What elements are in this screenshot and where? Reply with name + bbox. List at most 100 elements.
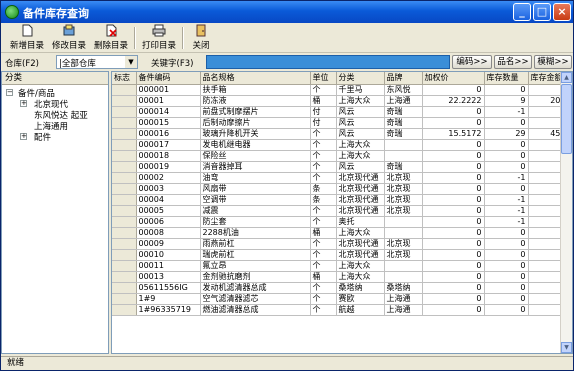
- table-row[interactable]: 000015后制动摩擦片付风云奇瑞000: [112, 117, 569, 129]
- table-row[interactable]: 00002油弯个北京现代通北京现0-10: [112, 172, 569, 184]
- table-cell: [112, 271, 137, 283]
- table-row[interactable]: 000017发电机继电器个上海大众000: [112, 139, 569, 151]
- table-cell: 上海大众: [336, 227, 385, 239]
- scroll-up-icon[interactable]: ▲: [561, 72, 572, 83]
- scroll-down-icon[interactable]: ▼: [561, 342, 572, 353]
- table-cell: 0: [484, 84, 529, 96]
- collapse-icon[interactable]: −: [6, 89, 13, 96]
- expand-icon[interactable]: +: [20, 133, 27, 140]
- edit-directory-button[interactable]: 修改目录: [49, 24, 89, 52]
- column-header[interactable]: 分类: [336, 72, 385, 85]
- column-header[interactable]: 单位: [310, 72, 337, 85]
- keyword-input[interactable]: [206, 55, 450, 69]
- table-cell: 雨燕前杠: [200, 238, 311, 250]
- table-row[interactable]: 00009雨燕前杠个北京现代通北京现000: [112, 238, 569, 250]
- table-cell: 0: [422, 139, 485, 151]
- table-cell: 风云: [336, 128, 385, 140]
- table-row[interactable]: 00011氟立昂个上海大众000: [112, 260, 569, 272]
- table-row[interactable]: 000014前盘式制摩摆片付风云奇瑞0-10: [112, 106, 569, 118]
- table-cell: 北京现代通: [336, 238, 385, 250]
- column-header[interactable]: 品牌: [384, 72, 423, 85]
- table-cell: 个: [310, 304, 337, 316]
- table-row[interactable]: 00005减震个北京现代通北京现0-10: [112, 205, 569, 217]
- table-cell: 0: [484, 139, 529, 151]
- search-by-name-button[interactable]: 品名>>: [494, 55, 532, 69]
- table-cell: 个: [310, 293, 337, 305]
- table-cell: 0: [422, 293, 485, 305]
- delete-directory-button[interactable]: 删除目录: [91, 24, 131, 52]
- column-header[interactable]: 品名规格: [200, 72, 311, 85]
- table-row[interactable]: 05611556IG发动机滤清器总成个桑塔纳桑塔纳000: [112, 282, 569, 294]
- table-row[interactable]: 00006防尘套个奥托0-10: [112, 216, 569, 228]
- chevron-down-icon[interactable]: ▼: [125, 56, 137, 68]
- table-row[interactable]: 00004空调带条北京现代通北京现0-10: [112, 194, 569, 206]
- table-cell: 防尘套: [200, 216, 311, 228]
- table-row[interactable]: 000016 玻璃升降机开关个风云 奇瑞 15.5172 29 450: [112, 128, 569, 140]
- table-cell: [112, 194, 137, 206]
- table-row[interactable]: 1#9空气滤清器滤芯个赛欧上海通000: [112, 293, 569, 305]
- table-row[interactable]: 000001扶手箱个千里马东风悦000: [112, 84, 569, 96]
- table-row[interactable]: 00001 防冻液桶上海大众 上海通 22.2222 9 200: [112, 95, 569, 107]
- table-cell: [384, 271, 423, 283]
- tree-node-parts[interactable]: 配件: [34, 131, 51, 143]
- table-row[interactable]: 000082288机油桶上海大众000: [112, 227, 569, 239]
- expand-icon[interactable]: +: [20, 100, 27, 107]
- table-header-row: 标志 备件编码 品名规格 单位 分类 品牌 加权价 库存数量 库存金额: [112, 72, 569, 85]
- close-window-button[interactable]: ×: [553, 3, 571, 21]
- table-cell: [112, 249, 137, 261]
- table-cell: 风云: [336, 161, 385, 173]
- title-bar[interactable]: 备件库存查询 _ □ ×: [1, 1, 573, 23]
- table-cell: 0: [484, 227, 529, 239]
- table-row[interactable]: 00013金剂驰抗磨剂桶上海大众000: [112, 271, 569, 283]
- table-row[interactable]: 000019消音器掉耳个风云奇瑞000: [112, 161, 569, 173]
- table-cell: [112, 128, 137, 140]
- table-cell: 个: [310, 128, 337, 140]
- maximize-button[interactable]: □: [533, 3, 551, 21]
- table-cell: 玻璃升降机开关: [200, 128, 311, 140]
- table-cell: [384, 150, 423, 162]
- table-cell: 0: [422, 205, 485, 217]
- table-row[interactable]: 00010瑞虎前杠个北京现代通北京现000: [112, 249, 569, 261]
- table-cell: 北京现代通: [336, 172, 385, 184]
- table-cell: 0: [484, 117, 529, 129]
- table-cell: 00011: [136, 260, 201, 272]
- table-cell: 上海大众: [336, 139, 385, 151]
- table-cell: [112, 205, 137, 217]
- table-cell: 9: [484, 95, 529, 107]
- table-cell: 北京现: [384, 172, 423, 184]
- table-cell: -1: [484, 106, 529, 118]
- vertical-scrollbar[interactable]: ▲ ▼: [560, 72, 572, 353]
- column-header[interactable]: 加权价: [422, 72, 485, 85]
- table-cell: 00008: [136, 227, 201, 239]
- keyword-label: 关键字(F3): [151, 59, 194, 69]
- table-cell: 个: [310, 172, 337, 184]
- new-directory-button[interactable]: 新增目录: [7, 24, 47, 52]
- table-row[interactable]: 1#96335719燃油滤清器总成个航越上海通000: [112, 304, 569, 316]
- table-cell: 0: [484, 238, 529, 250]
- search-by-code-button[interactable]: 编码>>: [452, 55, 492, 69]
- column-header[interactable]: 备件编码: [136, 72, 201, 85]
- table-cell: 00003: [136, 183, 201, 195]
- close-button[interactable]: 关闭: [187, 24, 215, 52]
- minimize-button[interactable]: _: [513, 3, 531, 21]
- fuzzy-search-button[interactable]: 模糊>>: [534, 55, 572, 69]
- scroll-thumb[interactable]: [561, 84, 572, 154]
- table-row[interactable]: 000018保险丝个上海大众000: [112, 150, 569, 162]
- warehouse-select[interactable]: |全部仓库 ▼: [56, 55, 138, 69]
- table-cell: -1: [484, 216, 529, 228]
- table-cell: 桶: [310, 95, 337, 107]
- table-cell: [112, 216, 137, 228]
- table-cell: 0: [422, 249, 485, 261]
- table-cell: 000015: [136, 117, 201, 129]
- table-cell: 0: [422, 117, 485, 129]
- column-header[interactable]: 标志: [112, 72, 137, 85]
- column-header[interactable]: 库存数量: [484, 72, 529, 85]
- table-cell: 东风悦: [384, 84, 423, 96]
- print-directory-button[interactable]: 打印目录: [139, 24, 179, 52]
- table-cell: [112, 117, 137, 129]
- table-cell: 个: [310, 238, 337, 250]
- table-cell: 上海通: [384, 95, 423, 107]
- table-cell: 个: [310, 161, 337, 173]
- table-row[interactable]: 00003风扇带条北京现代通北京现000: [112, 183, 569, 195]
- edit-icon: [63, 24, 75, 36]
